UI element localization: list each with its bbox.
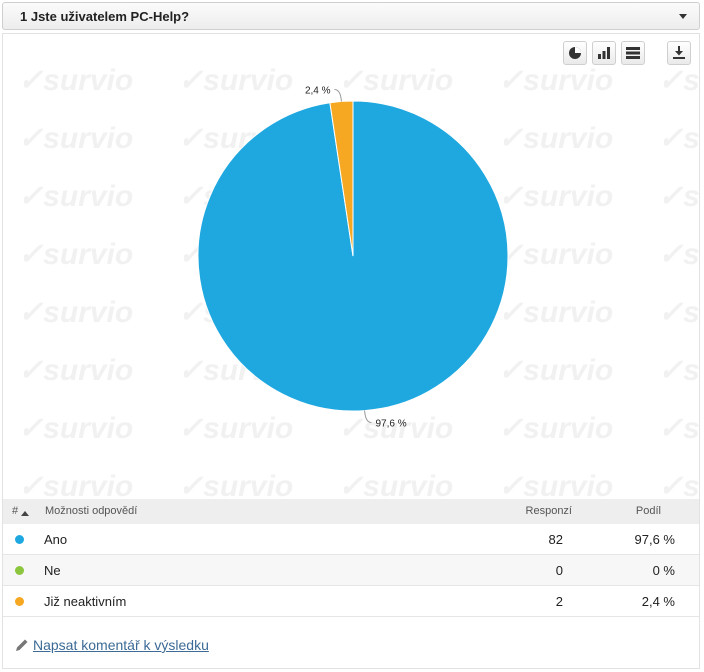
row-percent: 2,4 % xyxy=(641,594,675,609)
sort-asc-icon[interactable] xyxy=(21,511,30,516)
column-header-num[interactable]: # xyxy=(12,505,30,517)
legend-dot xyxy=(15,597,24,606)
question-title: 1 Jste uživatelem PC-Help? xyxy=(20,9,190,24)
table-icon xyxy=(626,47,640,59)
label-connector xyxy=(334,88,342,102)
data-label: 97,6 % xyxy=(375,419,406,430)
row-label: Ano xyxy=(44,532,68,547)
pie-chart-icon xyxy=(569,47,581,59)
legend-dot xyxy=(15,535,24,544)
column-header-responses: Responzí xyxy=(525,505,572,517)
row-count: 2 xyxy=(555,594,563,609)
download-icon xyxy=(673,46,685,59)
bar-chart-view-button[interactable] xyxy=(592,41,616,65)
pie-chart-view-button[interactable] xyxy=(563,41,587,65)
write-comment-link[interactable]: Napsat komentář k výsledku xyxy=(15,637,209,653)
row-percent: 97,6 % xyxy=(634,532,675,547)
row-count: 82 xyxy=(548,532,563,547)
row-label: Již neaktivním xyxy=(44,594,127,609)
pencil-icon xyxy=(16,639,28,651)
results-table: # Možnosti odpovědí Responzí Podíl Ano 8… xyxy=(3,499,699,617)
table-row: Již neaktivním 2 2,4 % xyxy=(3,586,699,617)
table-row: Ne 0 0 % xyxy=(3,555,699,586)
row-count: 0 xyxy=(555,563,563,578)
table-row: Ano 82 97,6 % xyxy=(3,524,699,555)
table-header: # Možnosti odpovědí Responzí Podíl xyxy=(3,499,699,524)
column-header-options: Možnosti odpovědí xyxy=(45,505,138,517)
pie-chart: 97,6 % 2,4 % xyxy=(197,85,509,430)
table-view-button[interactable] xyxy=(621,41,645,65)
result-card: ✓survio✓survio✓survio✓survio✓survio✓surv… xyxy=(2,33,700,669)
bar-chart-icon xyxy=(598,47,610,59)
legend-dot xyxy=(15,566,24,575)
label-connector xyxy=(364,410,372,424)
data-label: 2,4 % xyxy=(305,85,331,96)
chevron-down-icon[interactable] xyxy=(679,14,687,19)
column-header-share: Podíl xyxy=(635,505,661,517)
download-button[interactable] xyxy=(667,41,691,65)
row-percent: 0 % xyxy=(652,563,675,578)
question-header[interactable]: 1 Jste uživatelem PC-Help? xyxy=(2,2,700,30)
row-label: Ne xyxy=(44,563,61,578)
